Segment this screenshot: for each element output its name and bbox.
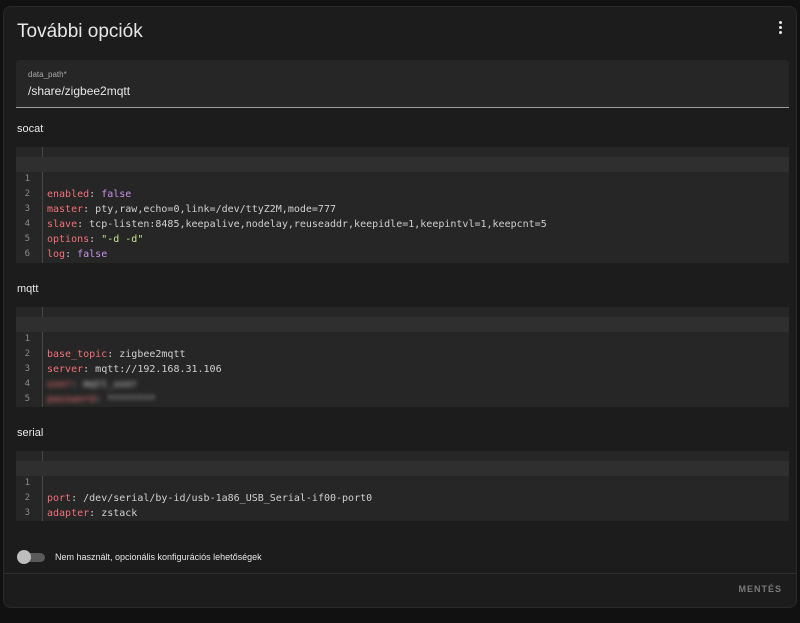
code-line: 1 enabled: false [16, 157, 789, 200]
code-editor-serial[interactable]: 1 port: /dev/serial/by-id/usb-1a86_USB_S… [16, 451, 789, 521]
more-vertical-icon[interactable] [774, 17, 786, 37]
code-line: 5 log: false [16, 217, 789, 260]
save-button[interactable]: MENTÉS [738, 584, 782, 594]
section-title-mqtt: mqtt [17, 283, 39, 295]
code-line: 2 master: pty,raw,echo=0,link=/dev/ttyZ2… [16, 172, 789, 215]
code-line: 1 port: /dev/serial/by-id/usb-1a86_USB_S… [16, 461, 789, 504]
line-number: 6 [24, 249, 30, 259]
unused-options-toggle[interactable] [17, 550, 45, 564]
code-line: 1 base_topic: zigbee2mqtt [16, 317, 789, 360]
line-number: 5 [24, 394, 30, 404]
code-line: 6 [16, 232, 789, 259]
unused-options-toggle-row: Nem használt, opcionális konfigurációs l… [17, 548, 262, 566]
code-line: 3 user: mqtt_user [16, 347, 789, 390]
data-path-label: data_path* [28, 70, 67, 79]
code-editor-mqtt[interactable]: 1 base_topic: zigbee2mqtt 2 server: mqtt… [16, 307, 789, 407]
line-number: 3 [24, 508, 30, 518]
code-line: 5 [16, 377, 789, 404]
code-line: 4 options: "-d -d" [16, 202, 789, 245]
toggle-thumb [17, 550, 31, 564]
code-editor-socat[interactable]: 1 enabled: false 2 master: pty,raw,echo=… [16, 147, 789, 263]
code-line: 2 server: mqtt://192.168.31.106 [16, 332, 789, 375]
card-actions-divider [4, 573, 796, 574]
unused-options-label: Nem használt, opcionális konfigurációs l… [55, 552, 262, 562]
options-card: További opciók data_path* /share/zigbee2… [3, 6, 797, 608]
code-line: 3 [16, 491, 789, 518]
section-title-socat: socat [17, 123, 44, 135]
data-path-field[interactable]: data_path* /share/zigbee2mqtt [16, 60, 789, 108]
code-line: 3 slave: tcp-listen:8485,keepalive,nodel… [16, 187, 789, 230]
code-line: 4 password: ******** [16, 362, 789, 405]
section-title-serial: serial [17, 427, 44, 439]
code-line: 2 adapter: zstack [16, 476, 789, 519]
card-title: További opciók [17, 21, 143, 42]
data-path-input[interactable]: /share/zigbee2mqtt [28, 84, 130, 98]
